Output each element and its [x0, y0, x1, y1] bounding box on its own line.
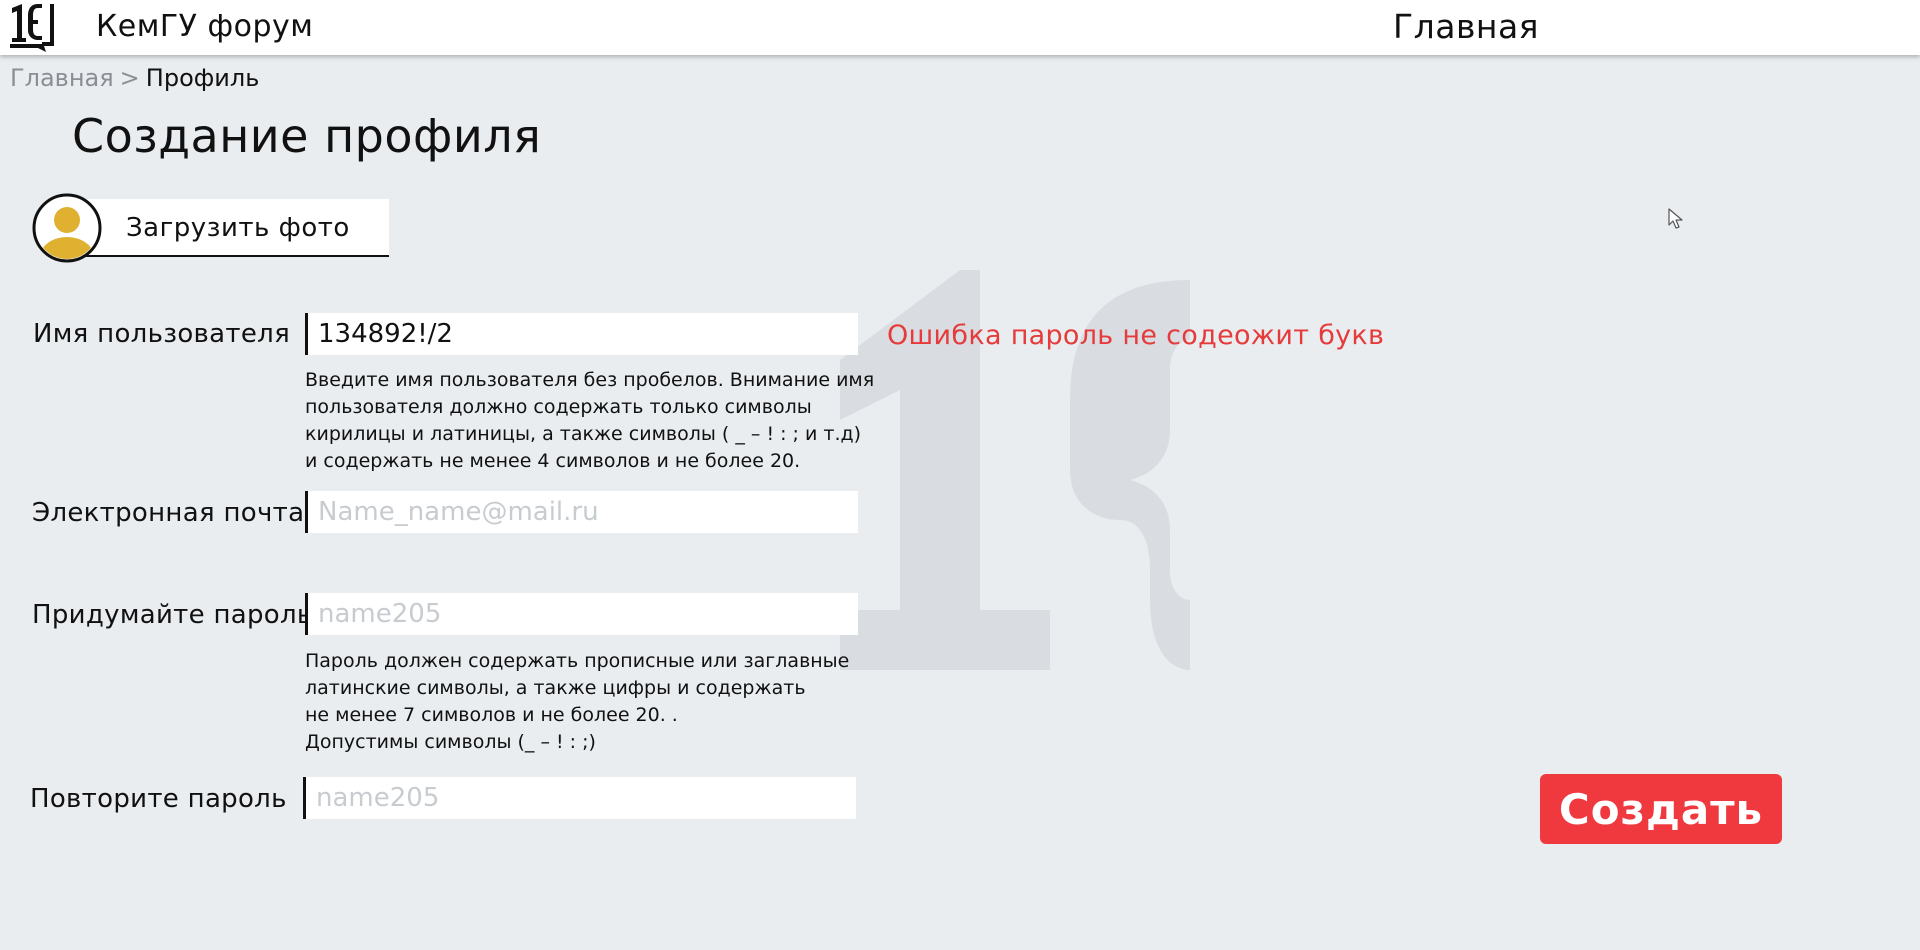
top-header: КемГУ форум Главная	[0, 0, 1920, 55]
password-hint-line-2: латинские символы, а также цифры и содер…	[305, 677, 806, 699]
username-hint-line-2: пользователя должно содержать только сим…	[305, 396, 812, 418]
email-label: Электронная почта	[32, 498, 305, 528]
password-input[interactable]	[305, 593, 858, 635]
breadcrumb-home-link[interactable]: Главная	[10, 64, 114, 92]
password-hint-line-4: Допустимы символы (_ – ! : ;)	[305, 731, 596, 753]
breadcrumb-current: Профиль	[145, 64, 260, 92]
username-hint-line-4: и содержать не менее 4 символов и не бол…	[305, 450, 801, 472]
username-input[interactable]	[305, 313, 858, 355]
password-repeat-label: Повторите пароль	[30, 784, 287, 814]
password-hint-line-3: не менее 7 символов и не более 20. .	[305, 704, 678, 726]
username-label: Имя пользователя	[33, 319, 291, 349]
upload-photo-label: Загрузить фото	[126, 213, 350, 243]
username-hint-line-3: кирилицы и латиницы, а также символы ( _…	[305, 423, 862, 445]
password-hint: Пароль должен содержать прописные или за…	[305, 648, 849, 756]
upload-photo-button[interactable]: Загрузить фото	[32, 193, 389, 263]
username-hint-line-1: Введите имя пользователя без пробелов. В…	[305, 369, 875, 391]
page-title: Создание профиля	[72, 109, 542, 163]
error-message: Ошибка пароль не содеожит букв	[887, 320, 1385, 351]
kemgu-logo-icon[interactable]	[8, 2, 56, 52]
password-hint-line-1: Пароль должен содержать прописные или за…	[305, 650, 850, 672]
password-label: Придумайте пароль	[32, 600, 313, 630]
mouse-cursor-icon	[1668, 208, 1683, 229]
nav-main-link[interactable]: Главная	[1393, 9, 1539, 45]
breadcrumb: Главная > Профиль	[10, 63, 259, 93]
create-button[interactable]: Создать	[1540, 774, 1782, 844]
email-input[interactable]	[305, 491, 858, 533]
password-repeat-input[interactable]	[303, 777, 856, 819]
user-avatar-icon	[32, 193, 102, 263]
breadcrumb-separator: >	[119, 64, 140, 92]
site-title[interactable]: КемГУ форум	[96, 10, 313, 44]
username-hint: Введите имя пользователя без пробелов. В…	[305, 367, 874, 475]
